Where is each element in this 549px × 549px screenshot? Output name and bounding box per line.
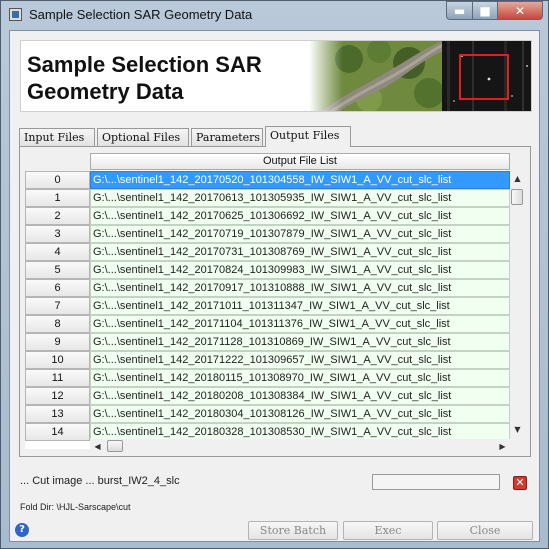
maximize-button[interactable]: ■ xyxy=(472,1,498,20)
table-row[interactable]: 12 G:\...\sentinel1_142_20180208_10130838… xyxy=(25,387,510,405)
window-close-button[interactable]: ✕ xyxy=(497,1,543,20)
row-index[interactable]: 14 xyxy=(25,423,90,441)
vertical-scroll-thumb[interactable] xyxy=(511,189,523,205)
row-index[interactable]: 10 xyxy=(25,351,90,369)
tab-parameters[interactable]: Parameters xyxy=(191,128,263,146)
fold-dir-label: Fold Dir: \HJL-Sarscape\cut xyxy=(20,502,131,512)
table-row[interactable]: 3 G:\...\sentinel1_142_20170719_101307879… xyxy=(25,225,510,243)
tab-optional-files[interactable]: Optional Files xyxy=(97,128,189,146)
sar-image xyxy=(442,41,531,111)
table-row[interactable]: 4 G:\...\sentinel1_142_20170731_101308769… xyxy=(25,243,510,261)
row-index[interactable]: 11 xyxy=(25,369,90,387)
file-path-cell[interactable]: G:\...\sentinel1_142_20171128_101310869_… xyxy=(90,333,510,351)
table-row[interactable]: 11 G:\...\sentinel1_142_20180115_10130897… xyxy=(25,369,510,387)
table-row[interactable]: 1 G:\...\sentinel1_142_20170613_101305935… xyxy=(25,189,510,207)
file-path-cell[interactable]: G:\...\sentinel1_142_20171104_101311376_… xyxy=(90,315,510,333)
tab-input-files[interactable]: Input Files xyxy=(19,128,95,146)
file-path-cell[interactable]: G:\...\sentinel1_142_20170917_101310888_… xyxy=(90,279,510,297)
column-header-output-file-list[interactable]: Output File List xyxy=(90,153,510,170)
row-index[interactable]: 7 xyxy=(25,297,90,315)
minimize-button[interactable]: ▬ xyxy=(446,1,473,20)
scroll-left-icon[interactable]: ◀ xyxy=(90,439,105,454)
client-area: Sample Selection SAR Geometry Data Input… xyxy=(9,30,540,542)
file-path-cell[interactable]: G:\...\sentinel1_142_20170719_101307879_… xyxy=(90,225,510,243)
file-path-cell[interactable]: G:\...\sentinel1_142_20170613_101305935_… xyxy=(90,189,510,207)
app-icon[interactable] xyxy=(9,8,22,21)
scroll-down-icon[interactable]: ▼ xyxy=(510,422,525,437)
table-row[interactable]: 2 G:\...\sentinel1_142_20170625_101306692… xyxy=(25,207,510,225)
table-row[interactable]: 5 G:\...\sentinel1_142_20170824_101309983… xyxy=(25,261,510,279)
row-index[interactable]: 6 xyxy=(25,279,90,297)
row-index[interactable]: 4 xyxy=(25,243,90,261)
vertical-scrollbar[interactable]: ▲ ▼ xyxy=(510,171,525,437)
output-file-table: Output File List 0 G:\...\sentinel1_142_2… xyxy=(25,153,510,449)
table-row[interactable]: 0 G:\...\sentinel1_142_20170520_101304558… xyxy=(25,171,510,189)
table-row[interactable]: 9 G:\...\sentinel1_142_20171128_101310869… xyxy=(25,333,510,351)
help-icon[interactable]: ? xyxy=(15,523,29,537)
aerial-photo-image xyxy=(309,41,443,111)
tab-output-files[interactable]: Output Files xyxy=(265,126,351,147)
file-path-cell[interactable]: G:\...\sentinel1_142_20180115_101308970_… xyxy=(90,369,510,387)
row-index[interactable]: 3 xyxy=(25,225,90,243)
file-path-cell[interactable]: G:\...\sentinel1_142_20171011_101311347_… xyxy=(90,297,510,315)
row-index[interactable]: 0 xyxy=(25,171,90,189)
file-path-cell[interactable]: G:\...\sentinel1_142_20170731_101308769_… xyxy=(90,243,510,261)
file-path-cell[interactable]: G:\...\sentinel1_142_20170824_101309983_… xyxy=(90,261,510,279)
progress-bar xyxy=(372,474,500,490)
row-index[interactable]: 1 xyxy=(25,189,90,207)
file-path-cell[interactable]: G:\...\sentinel1_142_20170625_101306692_… xyxy=(90,207,510,225)
status-message: ... Cut image ... burst_IW2_4_slc xyxy=(20,475,180,487)
table-row[interactable]: 7 G:\...\sentinel1_142_20171011_101311347… xyxy=(25,297,510,315)
table-corner xyxy=(25,153,90,171)
row-index[interactable]: 13 xyxy=(25,405,90,423)
table-row[interactable]: 8 G:\...\sentinel1_142_20171104_101311376… xyxy=(25,315,510,333)
table-row[interactable]: 6 G:\...\sentinel1_142_20170917_101310888… xyxy=(25,279,510,297)
scroll-right-icon[interactable]: ▶ xyxy=(495,439,510,454)
row-index[interactable]: 12 xyxy=(25,387,90,405)
row-index[interactable]: 9 xyxy=(25,333,90,351)
window-title: Sample Selection SAR Geometry Data xyxy=(29,7,253,22)
row-index[interactable]: 2 xyxy=(25,207,90,225)
file-path-cell[interactable]: G:\...\sentinel1_142_20170520_101304558_… xyxy=(90,171,510,189)
table-row[interactable]: 10 G:\...\sentinel1_142_20171222_10130965… xyxy=(25,351,510,369)
scroll-up-icon[interactable]: ▲ xyxy=(510,171,525,186)
row-index[interactable]: 8 xyxy=(25,315,90,333)
row-index[interactable]: 5 xyxy=(25,261,90,279)
banner-title: Sample Selection SAR Geometry Data xyxy=(27,52,262,104)
horizontal-scroll-thumb[interactable] xyxy=(107,440,123,452)
exec-button[interactable]: Exec xyxy=(343,521,433,540)
file-path-cell[interactable]: G:\...\sentinel1_142_20171222_101309657_… xyxy=(90,351,510,369)
table-row[interactable]: 13 G:\...\sentinel1_142_20180304_10130812… xyxy=(25,405,510,423)
file-path-cell[interactable]: G:\...\sentinel1_142_20180208_101308384_… xyxy=(90,387,510,405)
store-batch-button[interactable]: Store Batch xyxy=(248,521,338,540)
header-banner: Sample Selection SAR Geometry Data xyxy=(20,40,532,112)
horizontal-scrollbar[interactable]: ◀ ▶ xyxy=(90,439,510,454)
app-window: Sample Selection SAR Geometry Data ▬ ■ ✕… xyxy=(0,0,549,549)
file-path-cell[interactable]: G:\...\sentinel1_142_20180304_101308126_… xyxy=(90,405,510,423)
title-bar[interactable]: Sample Selection SAR Geometry Data ▬ ■ ✕ xyxy=(1,1,548,29)
cancel-icon[interactable]: ✕ xyxy=(513,476,527,490)
close-button[interactable]: Close xyxy=(437,521,533,540)
